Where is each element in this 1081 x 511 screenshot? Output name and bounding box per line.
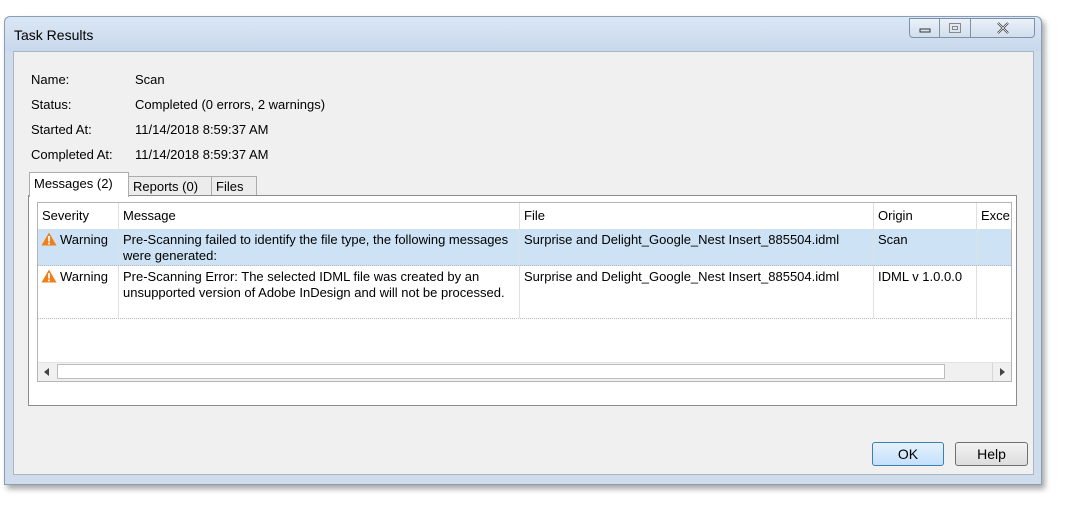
close-icon	[996, 22, 1009, 34]
scrollbar-thumb[interactable]	[57, 364, 945, 379]
minimize-button[interactable]	[909, 18, 940, 38]
message-cell: Pre-Scanning failed to identify the file…	[119, 229, 520, 265]
info-value: 11/14/2018 8:59:37 AM	[135, 122, 269, 137]
severity-cell: Warning	[38, 229, 119, 265]
severity-cell: Warning	[38, 266, 119, 318]
help-button[interactable]: Help	[955, 442, 1028, 466]
messages-panel: Severity Message File Origin Exce Warnin…	[28, 195, 1017, 406]
info-value: Scan	[135, 72, 165, 87]
info-label: Status:	[31, 97, 72, 112]
tab-files[interactable]: Files	[211, 176, 257, 196]
window-title: Task Results	[14, 27, 94, 43]
messages-grid[interactable]: Severity Message File Origin Exce Warnin…	[37, 202, 1012, 382]
info-completed-at: Completed At: 11/14/2018 8:59:37 AM	[31, 147, 431, 167]
column-header-origin[interactable]: Origin	[874, 203, 977, 229]
title-bar[interactable]: Task Results	[5, 17, 1041, 51]
column-header-severity[interactable]: Severity	[38, 203, 119, 229]
severity-text: Warning	[60, 269, 108, 284]
info-label: Completed At:	[31, 147, 113, 162]
column-header-message[interactable]: Message	[119, 203, 520, 229]
origin-cell: Scan	[874, 229, 977, 265]
column-header-exception[interactable]: Exce	[977, 203, 1011, 229]
table-row[interactable]: Warning Pre-Scanning failed to identify …	[38, 229, 1011, 266]
ok-button[interactable]: OK	[872, 442, 944, 466]
info-value: Completed (0 errors, 2 warnings)	[135, 97, 326, 112]
warning-triangle-icon	[41, 232, 57, 246]
column-header-file[interactable]: File	[520, 203, 874, 229]
maximize-icon	[949, 23, 961, 33]
window-controls	[909, 18, 1035, 40]
file-cell: Surprise and Delight_Google_Nest Insert_…	[520, 266, 874, 318]
scroll-right-button[interactable]	[992, 363, 1011, 381]
exception-cell	[977, 266, 1011, 318]
warning-triangle-icon	[41, 269, 57, 283]
severity-text: Warning	[60, 232, 108, 247]
horizontal-scrollbar[interactable]	[38, 362, 1011, 381]
table-row[interactable]: Warning Pre-Scanning Error: The selected…	[38, 266, 1011, 319]
close-button[interactable]	[971, 18, 1035, 38]
message-cell: Pre-Scanning Error: The selected IDML fi…	[119, 266, 520, 318]
origin-cell: IDML v 1.0.0.0	[874, 266, 977, 318]
info-label: Started At:	[31, 122, 92, 137]
info-label: Name:	[31, 72, 70, 87]
info-name: Name: Scan	[31, 72, 431, 92]
tab-reports[interactable]: Reports (0)	[128, 176, 212, 196]
file-cell: Surprise and Delight_Google_Nest Insert_…	[520, 229, 874, 265]
info-value: 11/14/2018 8:59:37 AM	[135, 147, 269, 162]
info-started-at: Started At: 11/14/2018 8:59:37 AM	[31, 122, 431, 142]
maximize-button[interactable]	[940, 18, 971, 38]
exception-cell	[977, 229, 1011, 265]
minimize-icon	[919, 28, 930, 33]
tab-messages[interactable]: Messages (2)	[29, 172, 129, 197]
grid-header: Severity Message File Origin Exce	[38, 203, 1011, 229]
task-results-window: Task Results Name: Scan Status: Complete…	[4, 16, 1042, 485]
dialog-body: Name: Scan Status: Completed (0 errors, …	[13, 51, 1034, 475]
chevron-right-icon	[1000, 368, 1005, 376]
scroll-left-button[interactable]	[38, 363, 56, 381]
info-status: Status: Completed (0 errors, 2 warnings)	[31, 97, 431, 117]
chevron-left-icon	[44, 368, 49, 376]
